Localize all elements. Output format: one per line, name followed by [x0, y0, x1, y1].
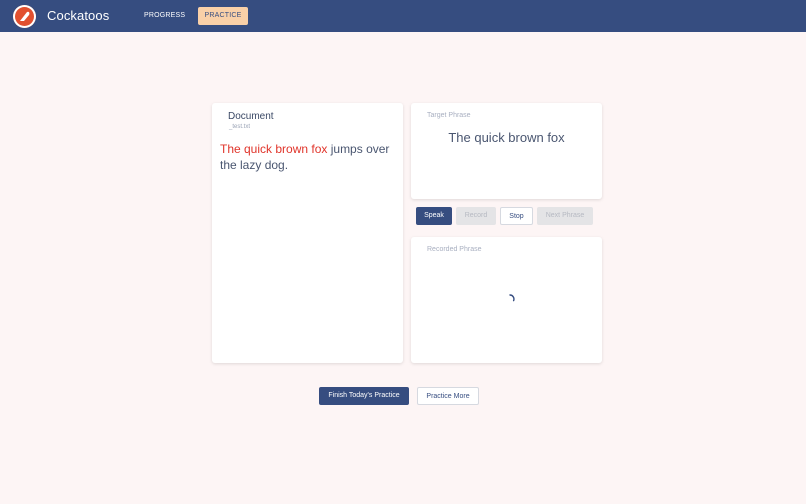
practice-more-button[interactable]: Practice More	[417, 387, 479, 405]
recorded-phrase-label: Recorded Phrase	[427, 246, 482, 253]
document-highlighted-text: The quick brown fox	[220, 142, 328, 156]
next-phrase-button[interactable]: Next Phrase	[537, 207, 593, 225]
app-title[interactable]: Cockatoos	[47, 8, 109, 23]
cockatoo-logo-icon[interactable]	[13, 5, 36, 28]
target-phrase-card: Target Phrase The quick brown fox	[411, 103, 602, 199]
loading-spinner-icon	[504, 292, 516, 304]
document-title: Document	[228, 111, 274, 122]
record-button[interactable]: Record	[456, 207, 496, 225]
document-filename: _test.txt	[229, 124, 251, 130]
stop-button[interactable]: Stop	[500, 207, 533, 225]
target-phrase-label: Target Phrase	[427, 112, 471, 119]
finish-practice-button[interactable]: Finish Today's Practice	[319, 387, 409, 405]
top-navigation-bar: Cockatoos PROGRESS PRACTICE	[0, 0, 806, 32]
nav-practice-link[interactable]: PRACTICE	[198, 7, 248, 25]
speak-button[interactable]: Speak	[416, 207, 452, 225]
document-card: Document _test.txt The quick brown fox j…	[212, 103, 403, 363]
nav-progress-link[interactable]: PROGRESS	[136, 7, 193, 25]
target-phrase-text: The quick brown fox	[448, 130, 565, 145]
document-text: The quick brown fox jumps over the lazy …	[220, 141, 396, 173]
